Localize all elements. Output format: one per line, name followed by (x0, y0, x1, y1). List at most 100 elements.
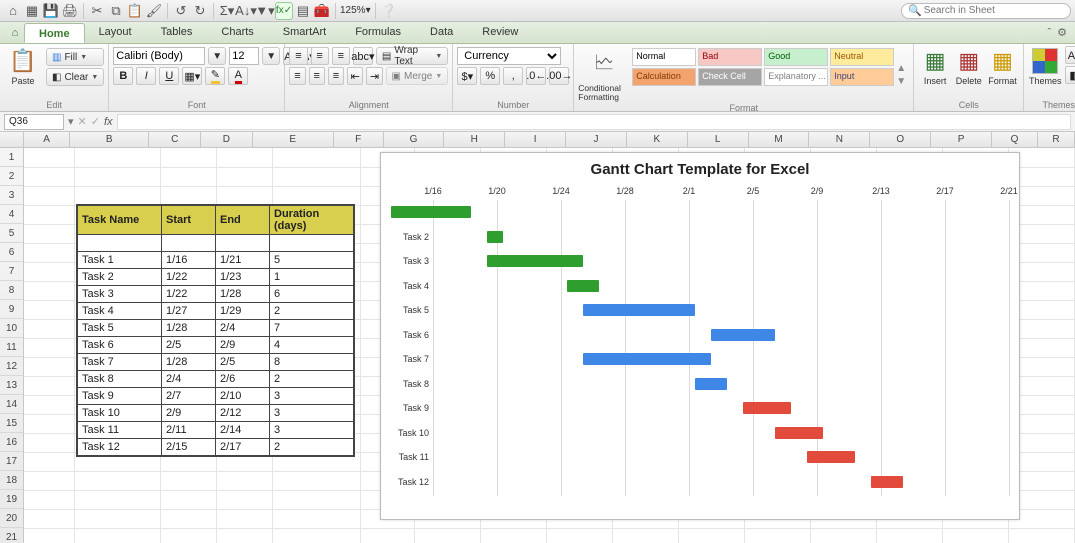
row-header-19[interactable]: 19 (0, 490, 23, 509)
row-header-3[interactable]: 3 (0, 186, 23, 205)
cell-name[interactable]: Task 2 (78, 269, 162, 286)
fx-icon[interactable]: fx (104, 116, 113, 128)
cell-start[interactable]: 1/22 (162, 286, 216, 303)
gantt-bar[interactable] (391, 206, 471, 218)
cell-start[interactable]: 2/11 (162, 422, 216, 439)
table-row[interactable]: Task 102/92/123 (78, 405, 354, 422)
gantt-bar[interactable] (871, 476, 903, 488)
font-name-dropdown[interactable]: ▼ (208, 47, 226, 65)
align-right-icon[interactable]: ≡ (328, 67, 344, 85)
merge-button[interactable]: ▣ Merge▼ (386, 67, 449, 85)
gallery-icon[interactable]: ▤ (294, 2, 312, 20)
confirm-formula-icon[interactable]: ✓ (91, 115, 100, 128)
cell-name[interactable]: Task 3 (78, 286, 162, 303)
cell-name[interactable]: Task 6 (78, 337, 162, 354)
cell-start[interactable]: 1/27 (162, 303, 216, 320)
styles-scroll-down-icon[interactable]: ▼ (896, 76, 909, 87)
cell-dur[interactable]: 3 (270, 405, 354, 422)
currency-icon[interactable]: $▾ (457, 67, 477, 85)
align-center-icon[interactable]: ≡ (309, 67, 325, 85)
redo-icon[interactable]: ↻ (191, 2, 209, 20)
help-icon[interactable]: ❔ (380, 2, 398, 20)
col-header-C[interactable]: C (149, 132, 201, 147)
cell-start[interactable]: 1/22 (162, 269, 216, 286)
row-header-21[interactable]: 21 (0, 528, 23, 543)
print-icon[interactable]: 🖨 (61, 2, 79, 20)
font-color-icon[interactable]: A (228, 67, 248, 85)
cell-dur[interactable]: 6 (270, 286, 354, 303)
tab-layout[interactable]: Layout (85, 22, 147, 43)
number-format-combo[interactable]: Currency (457, 47, 561, 65)
table-row[interactable]: Task 82/42/62 (78, 371, 354, 388)
row-header-8[interactable]: 8 (0, 281, 23, 300)
cell-style-input[interactable]: Input (830, 68, 894, 86)
table-row[interactable]: Task 11/161/215 (78, 252, 354, 269)
cell-end[interactable]: 2/14 (216, 422, 270, 439)
row-header-6[interactable]: 6 (0, 243, 23, 262)
table-row[interactable]: Task 41/271/292 (78, 303, 354, 320)
font-size-dropdown[interactable]: ▼ (262, 47, 280, 65)
indent-decrease-icon[interactable]: ⇤ (347, 67, 363, 85)
theme-colors-icon[interactable]: ◧▾ (1065, 66, 1075, 84)
row-header-13[interactable]: 13 (0, 376, 23, 395)
themes-button[interactable]: Themes (1028, 46, 1062, 88)
cell-start[interactable]: 2/7 (162, 388, 216, 405)
col-header-A[interactable]: A (24, 132, 70, 147)
cell-name[interactable]: Task 12 (78, 439, 162, 456)
row-header-18[interactable]: 18 (0, 471, 23, 490)
cell-dur[interactable]: 5 (270, 252, 354, 269)
col-header-E[interactable]: E (253, 132, 334, 147)
paste-icon[interactable]: 📋 (126, 2, 144, 20)
cell-start[interactable]: 1/28 (162, 320, 216, 337)
cell-name[interactable]: Task 5 (78, 320, 162, 337)
gantt-bar[interactable] (583, 304, 695, 316)
theme-fonts-icon[interactable]: Aa▾ (1065, 46, 1075, 64)
cell-dur[interactable]: 2 (270, 303, 354, 320)
percent-icon[interactable]: % (480, 67, 500, 85)
formula-input[interactable] (117, 114, 1071, 130)
table-row[interactable]: Task 21/221/231 (78, 269, 354, 286)
styles-scroll-up-icon[interactable]: ▲ (896, 63, 909, 74)
align-middle-icon[interactable]: ≡ (311, 47, 329, 65)
tab-formulas[interactable]: Formulas (341, 22, 416, 43)
workbook-icon[interactable]: ▦ (23, 2, 41, 20)
cell-start[interactable]: 2/15 (162, 439, 216, 456)
app-home-icon[interactable]: ⌂ (6, 22, 24, 43)
cell-name[interactable]: Task 8 (78, 371, 162, 388)
fill-color-icon[interactable]: ✎ (205, 67, 225, 85)
row-header-11[interactable]: 11 (0, 338, 23, 357)
align-bottom-icon[interactable]: ≡ (332, 47, 350, 65)
table-row[interactable]: Task 92/72/103 (78, 388, 354, 405)
wrap-text-button[interactable]: ▤ Wrap Text▼ (376, 47, 448, 65)
insert-cells-button[interactable]: ▦ Insert (918, 46, 952, 88)
font-name-combo[interactable] (113, 47, 205, 65)
align-left-icon[interactable]: ≡ (289, 67, 305, 85)
indent-increase-icon[interactable]: ⇥ (366, 67, 382, 85)
cell-end[interactable]: 1/29 (216, 303, 270, 320)
gantt-bar[interactable] (567, 280, 599, 292)
cell-style-check-cell[interactable]: Check Cell (698, 68, 762, 86)
worksheet[interactable]: ABCDEFGHIJKLMNOPQR 123456789101112131415… (0, 132, 1075, 543)
save-icon[interactable]: 💾 (42, 2, 60, 20)
search-box[interactable]: 🔍 (901, 3, 1071, 19)
gantt-bar[interactable] (695, 378, 727, 390)
select-all-corner[interactable] (0, 132, 24, 148)
paste-button[interactable]: 📋 Paste (4, 46, 42, 88)
cell-name[interactable]: Task 10 (78, 405, 162, 422)
gantt-bar[interactable] (583, 353, 711, 365)
row-header-10[interactable]: 10 (0, 319, 23, 338)
row-header-20[interactable]: 20 (0, 509, 23, 528)
tab-review[interactable]: Review (468, 22, 533, 43)
cell-end[interactable]: 2/6 (216, 371, 270, 388)
cell-dur[interactable]: 4 (270, 337, 354, 354)
column-headers[interactable]: ABCDEFGHIJKLMNOPQR (24, 132, 1075, 148)
cell-name[interactable]: Task 11 (78, 422, 162, 439)
cell-style-neutral[interactable]: Neutral (830, 48, 894, 66)
col-header-K[interactable]: K (627, 132, 688, 147)
fill-button[interactable]: ▥Fill▼ (46, 48, 104, 66)
home-icon[interactable]: ⌂ (4, 2, 22, 20)
cell-end[interactable]: 2/12 (216, 405, 270, 422)
row-header-2[interactable]: 2 (0, 167, 23, 186)
cell-name[interactable]: Task 1 (78, 252, 162, 269)
row-header-1[interactable]: 1 (0, 148, 23, 167)
